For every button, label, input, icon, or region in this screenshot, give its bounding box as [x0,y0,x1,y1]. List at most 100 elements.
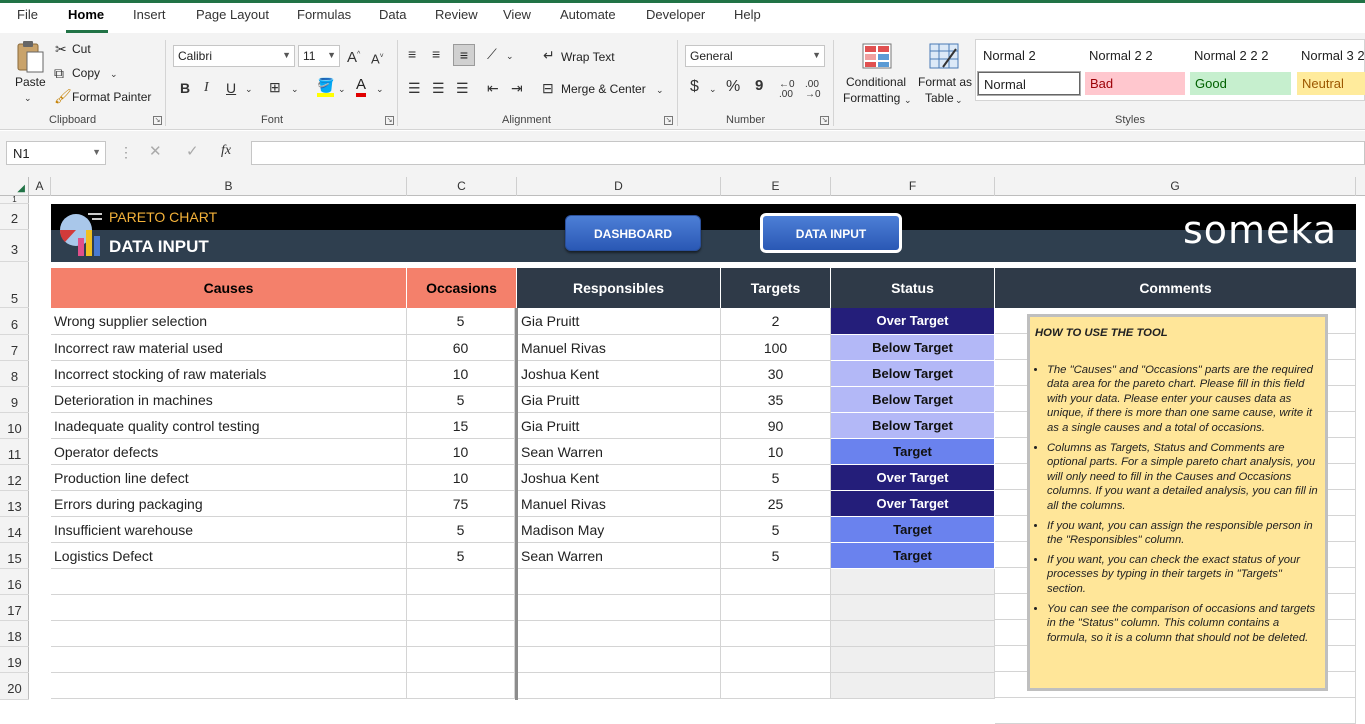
cell-occasions[interactable]: 5 [407,543,515,569]
cell-status[interactable]: Over Target [831,308,994,335]
cell-cause[interactable]: Production line defect [51,465,407,491]
column-header-a[interactable]: A [29,177,51,196]
increase-decimal-icon[interactable]: ←0.00 [779,80,795,100]
style-normal-2[interactable]: Normal 2 [978,44,1041,67]
paste-dropdown-icon[interactable]: ⌄ [24,91,32,105]
empty-cell[interactable] [518,673,721,699]
comma-style-button[interactable]: 9 [755,79,763,93]
cell-responsible[interactable]: Sean Warren [518,543,721,569]
underline-dropdown-icon[interactable]: ⌄ [245,82,253,96]
empty-cell[interactable] [721,673,831,699]
empty-cell[interactable] [407,673,515,699]
align-middle-icon[interactable]: ≡ [432,47,440,61]
tab-automate[interactable]: Automate [560,7,616,22]
font-name-combo[interactable]: Calibri▼ [173,45,295,67]
tab-help[interactable]: Help [734,7,761,22]
cell-occasions[interactable]: 5 [407,387,515,413]
copy-button[interactable]: Copy [72,66,100,80]
merge-center-button[interactable]: Merge & Center [561,82,646,96]
column-header-b[interactable]: B [51,177,407,196]
empty-cell[interactable] [407,621,515,647]
row-header[interactable]: 2 [0,204,29,230]
empty-status-cell[interactable] [831,595,995,621]
cell-status[interactable]: Below Target [831,361,994,387]
empty-cell[interactable] [721,621,831,647]
cut-icon[interactable]: ✂ [55,42,67,56]
clipboard-launcher-icon[interactable]: ↘ [153,116,162,125]
cell-cause[interactable]: Operator defects [51,439,407,465]
format-as-table-button[interactable]: Format as [918,75,972,89]
comment-cell[interactable] [995,698,1356,724]
insert-function-button[interactable]: fx [221,144,231,158]
currency-dropdown-icon[interactable]: ⌄ [709,82,717,96]
increase-font-icon[interactable]: A^ [347,48,360,65]
format-as-table-icon[interactable] [929,43,959,69]
column-header-g[interactable]: G [995,177,1356,196]
empty-cell[interactable] [51,621,407,647]
tab-page-layout[interactable]: Page Layout [196,7,269,22]
paste-icon[interactable] [14,40,46,74]
empty-cell[interactable] [518,621,721,647]
copy-icon[interactable]: ⧉ [54,66,64,80]
align-right-icon[interactable]: ☰ [456,81,469,95]
fill-color-icon[interactable]: 🪣 [317,78,334,97]
cell-target[interactable]: 5 [721,543,831,569]
row-header[interactable]: 17 [0,595,29,621]
empty-cell[interactable] [51,647,407,673]
merge-center-icon[interactable]: ⊟ [542,81,554,95]
cancel-icon[interactable]: ✕ [149,145,162,159]
wrap-text-button[interactable]: Wrap Text [561,50,615,64]
conditional-formatting-button[interactable]: Conditional [846,75,906,89]
cell-occasions[interactable]: 10 [407,439,515,465]
empty-status-cell[interactable] [831,647,995,673]
formula-input[interactable] [251,141,1365,165]
tab-view[interactable]: View [503,7,531,22]
column-header-f[interactable]: F [831,177,995,196]
align-center-icon[interactable]: ☰ [432,81,445,95]
empty-cell[interactable] [721,569,831,595]
increase-indent-icon[interactable]: ⇥ [511,81,523,95]
empty-cell[interactable] [518,569,721,595]
cell-occasions[interactable]: 5 [407,308,515,335]
style-good[interactable]: Good [1190,72,1291,95]
cell-occasions[interactable]: 75 [407,491,515,517]
tab-developer[interactable]: Developer [646,7,705,22]
row-header[interactable]: 3 [0,230,29,262]
cell-cause[interactable]: Errors during packaging [51,491,407,517]
empty-cell[interactable] [407,595,515,621]
empty-cell[interactable] [51,595,407,621]
cell-responsible[interactable]: Gia Pruitt [518,413,721,439]
row-header[interactable]: 6 [0,308,29,335]
empty-cell[interactable] [721,647,831,673]
style-normal-2-2-2[interactable]: Normal 2 2 2 [1189,44,1273,67]
tab-data[interactable]: Data [379,7,406,22]
align-bottom-icon[interactable]: ≡ [453,44,475,66]
cell-target[interactable]: 100 [721,335,831,361]
cell-responsible[interactable]: Gia Pruitt [518,308,721,335]
font-color-icon[interactable]: A [356,78,366,97]
tab-review[interactable]: Review [435,7,478,22]
style-normal[interactable]: Normal [978,72,1080,95]
cell-target[interactable]: 2 [721,308,831,335]
orientation-icon[interactable]: ⟋ [487,47,497,61]
empty-status-cell[interactable] [831,621,995,647]
empty-status-cell[interactable] [831,569,995,595]
align-left-icon[interactable]: ☰ [408,81,421,95]
cell-cause[interactable]: Incorrect raw material used [51,335,407,361]
conditional-formatting-icon[interactable] [862,43,892,69]
empty-status-cell[interactable] [831,673,995,699]
row-header[interactable]: 15 [0,543,29,569]
column-header-e[interactable]: E [721,177,831,196]
cell-cause[interactable]: Incorrect stocking of raw materials [51,361,407,387]
cell-status[interactable]: Over Target [831,491,994,517]
tab-formulas[interactable]: Formulas [297,7,351,22]
paste-button[interactable]: Paste [15,75,46,89]
row-header[interactable]: 11 [0,439,29,465]
empty-cell[interactable] [518,647,721,673]
currency-button[interactable]: $ [690,80,699,94]
row-header[interactable]: 20 [0,673,29,700]
row-header[interactable]: 13 [0,491,29,517]
merge-dropdown-icon[interactable]: ⌄ [656,83,664,97]
percent-button[interactable]: % [726,80,740,94]
font-color-dropdown-icon[interactable]: ⌄ [376,82,384,96]
